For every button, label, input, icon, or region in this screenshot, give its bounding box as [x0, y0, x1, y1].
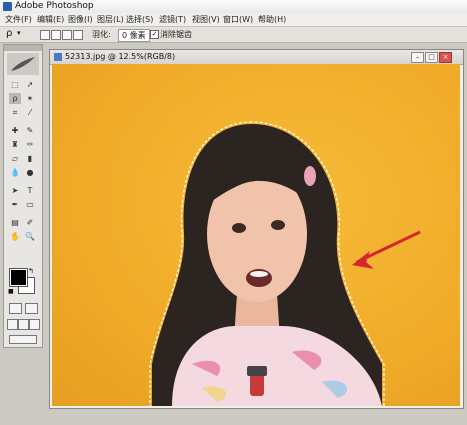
preset-dropdown-icon[interactable]: ▾	[17, 29, 21, 37]
photo-girl	[149, 121, 421, 406]
photoshop-logo-icon	[3, 2, 12, 11]
document-title-bar[interactable]: 52313.jpg @ 12.5%(RGB/8) – □ ×	[50, 50, 463, 65]
healing-brush-icon[interactable]: ✚	[9, 125, 21, 136]
menu-image[interactable]: 图像(I)	[68, 14, 93, 25]
app-title-bar: Adobe Photoshop	[0, 0, 467, 14]
arrow-head	[352, 251, 374, 269]
default-colors-icon[interactable]: ■	[8, 288, 14, 295]
history-brush-icon[interactable]: ✑	[24, 139, 36, 150]
marquee-icon[interactable]: ⬚	[9, 79, 21, 90]
menu-filter[interactable]: 滤镜(T)	[159, 14, 186, 25]
menu-bar: 文件(F) 编辑(E) 图像(I) 图层(L) 选择(S) 滤镜(T) 视图(V…	[0, 13, 467, 27]
blur-icon[interactable]: 💧	[9, 167, 21, 178]
add-selection-icon[interactable]	[51, 30, 61, 40]
quick-mask-button[interactable]	[25, 303, 38, 314]
jump-to-imageready-button[interactable]	[9, 335, 37, 344]
app-title: Adobe Photoshop	[15, 1, 94, 11]
crop-icon[interactable]: ⌗	[9, 107, 21, 118]
standard-mode-button[interactable]	[9, 303, 22, 314]
feather-label: 羽化:	[92, 30, 111, 39]
document-icon	[54, 53, 62, 61]
path-selection-icon[interactable]: ➤	[9, 185, 21, 196]
lasso-tool-preset-icon[interactable]: ρ	[6, 28, 12, 39]
menu-file[interactable]: 文件(F)	[5, 14, 32, 25]
feather-input[interactable]: 0 像素	[118, 29, 150, 42]
image-canvas[interactable]	[52, 64, 460, 406]
toolbox-header[interactable]	[4, 45, 42, 51]
close-button[interactable]: ×	[439, 52, 452, 63]
dodge-icon[interactable]: ●	[24, 167, 36, 178]
zoom-icon[interactable]: 🔍	[24, 231, 36, 242]
menu-select[interactable]: 选择(S)	[126, 14, 153, 25]
screen-mode-full-menu-button[interactable]	[18, 319, 29, 330]
brush-icon[interactable]: ✎	[24, 125, 36, 136]
foreground-color-swatch[interactable]	[9, 268, 28, 287]
screen-mode-full-button[interactable]	[29, 319, 40, 330]
toolbox: ⬚ ➚ ρ ✶ ⌗ ⁄ ✚ ✎ ♜ ✑ ▱ ▮ 💧 ● ➤ T ✒ ▭ ▤ ✐ …	[3, 44, 43, 348]
subtract-selection-icon[interactable]	[62, 30, 72, 40]
pen-icon[interactable]: ✒	[9, 199, 21, 210]
menu-help[interactable]: 帮助(H)	[258, 14, 286, 25]
feather-logo-icon[interactable]	[7, 53, 39, 75]
antialias-label: 消除锯齿	[160, 30, 192, 39]
lasso-icon[interactable]: ρ	[9, 93, 21, 104]
options-bar: ρ ▾ 羽化: 0 像素 ✓ 消除锯齿	[0, 27, 467, 43]
antialias-checkbox[interactable]: ✓	[150, 30, 159, 39]
swap-colors-icon[interactable]: ↰	[28, 267, 34, 275]
menu-layer[interactable]: 图层(L)	[97, 14, 124, 25]
intersect-selection-icon[interactable]	[73, 30, 83, 40]
text-icon[interactable]: T	[24, 185, 36, 196]
move-icon[interactable]: ➚	[24, 79, 36, 90]
new-selection-icon[interactable]	[40, 30, 50, 40]
clone-stamp-icon[interactable]: ♜	[9, 139, 21, 150]
eraser-icon[interactable]: ▱	[9, 153, 21, 164]
hand-icon[interactable]: ✋	[9, 231, 21, 242]
screen-mode-standard-button[interactable]	[7, 319, 18, 330]
notes-icon[interactable]: ▤	[9, 217, 21, 228]
menu-window[interactable]: 窗口(W)	[223, 14, 253, 25]
gradient-icon[interactable]: ▮	[24, 153, 36, 164]
minimize-button[interactable]: –	[411, 52, 424, 63]
menu-view[interactable]: 视图(V)	[192, 14, 220, 25]
menu-edit[interactable]: 编辑(E)	[37, 14, 64, 25]
magic-wand-icon[interactable]: ✶	[24, 93, 36, 104]
slice-icon[interactable]: ⁄	[24, 107, 36, 118]
shape-icon[interactable]: ▭	[24, 199, 36, 210]
document-title: 52313.jpg @ 12.5%(RGB/8)	[65, 52, 176, 61]
eyedropper-icon[interactable]: ✐	[24, 217, 36, 228]
maximize-button[interactable]: □	[425, 52, 438, 63]
